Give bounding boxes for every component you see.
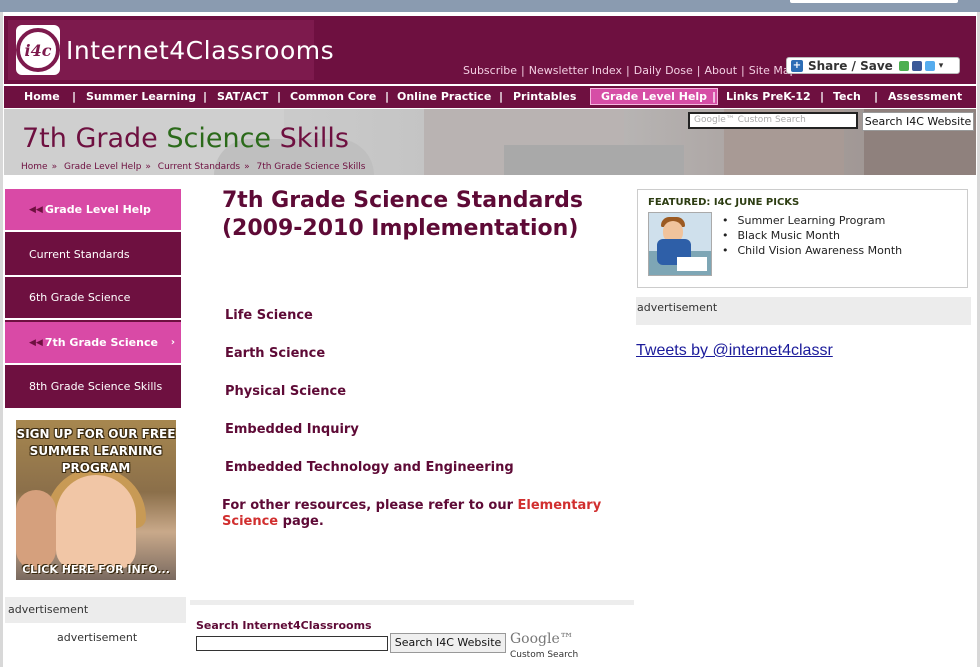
main-heading: 7th Grade Science Standards (2009-2010 I… xyxy=(222,188,584,241)
twitter-icon xyxy=(924,60,935,71)
nav-online-practice[interactable]: Online Practice xyxy=(397,90,491,103)
browser-top-strip xyxy=(0,0,980,12)
section-physical-science[interactable]: Physical Science xyxy=(225,384,514,422)
tweets-link[interactable]: Tweets by @internet4classr xyxy=(636,342,833,360)
advertisement-label: advertisement xyxy=(636,297,971,325)
search-label: Search Internet4Classrooms xyxy=(196,619,372,632)
link-newsletter-index[interactable]: Newsletter Index xyxy=(529,64,622,77)
breadcrumb-home[interactable]: Home xyxy=(21,162,48,172)
breadcrumb-grade-level-help[interactable]: Grade Level Help xyxy=(64,162,141,172)
featured-image[interactable] xyxy=(648,212,712,276)
nav-common-core[interactable]: Common Core xyxy=(290,90,376,103)
top-links: Subscribe | Newsletter Index | Daily Dose |… xyxy=(463,64,797,77)
site-name: Internet4Classrooms xyxy=(66,35,335,65)
facebook-icon xyxy=(911,60,922,71)
sidebar-item-6th-grade-science[interactable]: 6th Grade Science xyxy=(5,277,181,320)
link-about[interactable]: About xyxy=(704,64,737,77)
google-logo: Google™ xyxy=(510,631,574,647)
share-save-button[interactable]: + Share / Save ▾ xyxy=(786,57,960,74)
featured-item-summer-learning[interactable]: Summer Learning Program xyxy=(722,214,902,229)
section-earth-science[interactable]: Earth Science xyxy=(225,346,514,384)
advertisement-label: advertisement xyxy=(5,597,186,623)
main-nav: Home | Summer Learning | SAT/ACT | Commo… xyxy=(4,86,976,108)
summer-program-promo[interactable]: SIGN UP FOR OUR FREE SUMMER LEARNING PRO… xyxy=(16,420,176,580)
advertisement-label: advertisement xyxy=(57,631,138,644)
promo-cta: CLICK HERE FOR INFO... xyxy=(22,563,170,576)
link-subscribe[interactable]: Subscribe xyxy=(463,64,517,77)
nav-sat-act[interactable]: SAT/ACT xyxy=(217,90,268,103)
breadcrumb-current-standards[interactable]: Current Standards xyxy=(158,162,240,172)
search-button[interactable]: Search I4C Website xyxy=(390,633,506,653)
sidebar-item-grade-level-help[interactable]: ◀◀ Grade Level Help xyxy=(5,189,181,232)
section-embedded-technology[interactable]: Embedded Technology and Engineering xyxy=(225,460,514,498)
standards-list: Life Science Earth Science Physical Scie… xyxy=(225,308,514,498)
divider xyxy=(190,600,634,605)
link-daily-dose[interactable]: Daily Dose xyxy=(634,64,693,77)
nav-assessment[interactable]: Assessment xyxy=(888,90,962,103)
nav-links-prek-12[interactable]: Links PreK-12 xyxy=(726,90,811,103)
featured-item-child-vision[interactable]: Child Vision Awareness Month xyxy=(722,244,903,259)
dropdown-arrow-icon: ▾ xyxy=(938,60,944,71)
sidebar-item-8th-grade-science-skills[interactable]: 8th Grade Science Skills xyxy=(5,365,181,408)
nav-summer-learning[interactable]: Summer Learning xyxy=(86,90,196,103)
i4c-logo-icon: i4c xyxy=(16,25,60,75)
plus-icon: + xyxy=(791,59,803,72)
site-header: i4c Internet4Classrooms Subscribe | Newsl… xyxy=(4,16,976,84)
sidebar-item-7th-grade-science[interactable]: ◀◀ 7th Grade Science › xyxy=(5,322,181,365)
sidebar-item-current-standards[interactable]: Current Standards xyxy=(5,234,181,277)
featured-title: FEATURED: I4C JUNE PICKS xyxy=(648,197,800,208)
site-logo[interactable]: i4c Internet4Classrooms xyxy=(8,20,334,80)
section-life-science[interactable]: Life Science xyxy=(225,308,514,346)
sidebar-nav: ◀◀ Grade Level Help Current Standards 6th… xyxy=(5,189,181,408)
email-share-icon xyxy=(898,60,909,71)
nav-grade-level-help[interactable]: Grade Level Help xyxy=(590,88,719,105)
nav-home[interactable]: Home xyxy=(24,90,60,103)
top-search-box[interactable] xyxy=(790,0,958,3)
chevron-right-icon: › xyxy=(170,337,175,348)
featured-list: Summer Learning Program Black Music Mont… xyxy=(722,214,903,259)
nav-tech[interactable]: Tech xyxy=(833,90,861,103)
arrow-icon: ◀◀ xyxy=(29,204,43,215)
nav-printables[interactable]: Printables xyxy=(513,90,576,103)
featured-item-black-music-month[interactable]: Black Music Month xyxy=(722,229,902,244)
breadcrumb-current-page: 7th Grade Science Skills xyxy=(256,162,366,172)
search-input[interactable] xyxy=(196,636,388,651)
resources-note: For other resources, please refer to our… xyxy=(222,498,602,529)
featured-box: FEATURED: I4C JUNE PICKS Summer Learning… xyxy=(637,189,968,288)
promo-text: SIGN UP FOR OUR FREE SUMMER LEARNING PRO… xyxy=(16,427,176,475)
section-embedded-inquiry[interactable]: Embedded Inquiry xyxy=(225,422,514,460)
google-custom-search-label: Custom Search xyxy=(510,650,579,660)
page-banner: 7th Grade Science Skills Home» Grade Lev… xyxy=(4,109,976,175)
arrow-icon: ◀◀ xyxy=(29,337,43,348)
banner-search-button[interactable]: Search I4C Website xyxy=(862,112,974,131)
banner-search-input[interactable]: Google™ Custom Search xyxy=(688,112,858,129)
page-title: 7th Grade Science Skills xyxy=(22,123,349,154)
breadcrumb: Home» Grade Level Help» Current Standard… xyxy=(21,162,366,172)
